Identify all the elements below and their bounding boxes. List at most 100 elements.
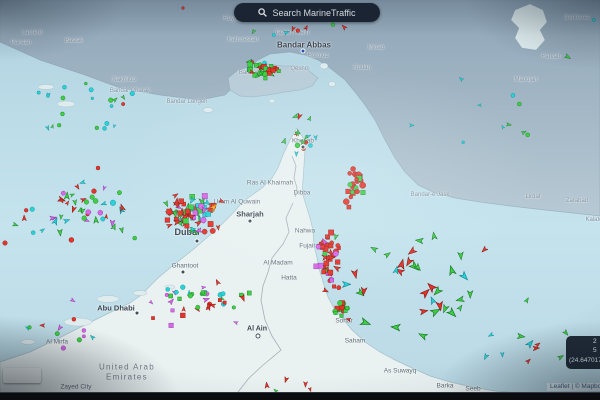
vessel-marker[interactable] — [112, 96, 118, 102]
vessel-marker[interactable] — [82, 216, 87, 221]
vessel-marker[interactable] — [526, 133, 530, 137]
vessel-marker[interactable] — [63, 218, 70, 224]
vessel-marker[interactable] — [355, 189, 360, 194]
vessel-marker[interactable] — [355, 177, 359, 181]
vessel-marker[interactable] — [163, 200, 169, 207]
vessel-marker[interactable] — [330, 278, 334, 282]
vessel-marker[interactable] — [564, 54, 571, 61]
vessel-marker[interactable] — [295, 143, 300, 148]
vessel-marker[interactable] — [335, 260, 340, 265]
vessel-marker[interactable] — [336, 243, 340, 247]
vessel-marker[interactable] — [341, 24, 348, 31]
vessel-marker[interactable] — [304, 25, 309, 31]
vessel-marker[interactable] — [108, 98, 113, 103]
vessel-marker[interactable] — [169, 294, 173, 298]
map-attribution[interactable]: Leaflet | © Mapbox — [547, 383, 600, 391]
vessel-marker[interactable] — [166, 222, 173, 228]
vessel-marker[interactable] — [98, 210, 103, 215]
vessel-marker[interactable] — [267, 72, 271, 76]
vessel-marker[interactable] — [169, 323, 174, 328]
vessel-marker[interactable] — [70, 206, 76, 213]
vessel-marker[interactable] — [506, 123, 511, 127]
vessel-marker[interactable] — [292, 113, 299, 119]
vessel-marker[interactable] — [214, 278, 220, 285]
vessel-marker[interactable] — [290, 26, 295, 32]
vessel-marker[interactable] — [233, 320, 239, 325]
vessel-marker[interactable] — [328, 230, 333, 235]
vessel-marker[interactable] — [165, 293, 169, 297]
vessel-marker[interactable] — [46, 94, 49, 97]
vessel-marker[interactable] — [447, 265, 456, 275]
vessel-marker[interactable] — [31, 231, 35, 235]
vessel-marker[interactable] — [86, 210, 91, 215]
vessel-marker[interactable] — [348, 171, 352, 175]
vessel-marker[interactable] — [69, 237, 74, 242]
vessel-marker[interactable] — [281, 137, 287, 144]
vessel-marker[interactable] — [121, 95, 126, 101]
vessel-marker[interactable] — [57, 229, 63, 236]
search-bar[interactable]: Search MarineTraffic — [234, 3, 380, 22]
vessel-marker[interactable] — [79, 180, 85, 185]
city-marker[interactable] — [301, 49, 305, 53]
vessel-marker[interactable] — [323, 252, 328, 257]
vessel-marker[interactable] — [477, 104, 481, 107]
vessel-marker[interactable] — [447, 308, 458, 319]
vessel-marker[interactable] — [28, 326, 32, 330]
vessel-marker[interactable] — [179, 199, 184, 204]
vessel-marker[interactable] — [316, 244, 321, 249]
vessel-marker[interactable] — [30, 207, 35, 212]
vessel-marker[interactable] — [168, 297, 175, 304]
vessel-marker[interactable] — [458, 252, 464, 260]
vessel-marker[interactable] — [264, 76, 268, 80]
vessel-marker[interactable] — [384, 251, 392, 258]
vessel-marker[interactable] — [121, 102, 124, 105]
vessel-marker[interactable] — [119, 227, 124, 234]
vessel-marker[interactable] — [331, 23, 335, 27]
vessel-marker[interactable] — [415, 238, 423, 244]
vessel-marker[interactable] — [351, 166, 356, 171]
vessel-marker[interactable] — [535, 341, 542, 347]
vessel-marker[interactable] — [84, 200, 89, 205]
vessel-marker[interactable] — [345, 306, 349, 310]
vessel-marker[interactable] — [347, 205, 351, 209]
vessel-marker[interactable] — [62, 85, 66, 89]
vessel-marker[interactable] — [101, 217, 105, 221]
vessel-marker[interactable] — [308, 143, 312, 147]
vessel-marker[interactable] — [93, 199, 98, 204]
vessel-marker[interactable] — [72, 317, 76, 321]
vessel-marker[interactable] — [397, 259, 406, 270]
vessel-marker[interactable] — [92, 189, 97, 194]
map-control[interactable] — [3, 368, 41, 383]
vessel-marker[interactable] — [322, 288, 329, 294]
vessel-marker[interactable] — [24, 208, 28, 212]
vessel-marker[interactable] — [149, 300, 154, 305]
vessel-marker[interactable] — [73, 199, 78, 205]
vessel-marker[interactable] — [264, 382, 269, 389]
city-marker[interactable] — [301, 145, 305, 149]
vessel-marker[interactable] — [332, 285, 336, 289]
vessel-marker[interactable] — [303, 382, 307, 388]
vessel-marker[interactable] — [166, 287, 170, 291]
vessel-marker[interactable] — [360, 182, 366, 188]
vessel-marker[interactable] — [462, 141, 465, 144]
vessel-marker[interactable] — [457, 304, 464, 311]
vessel-marker[interactable] — [524, 297, 530, 304]
vessel-marker[interactable] — [133, 236, 137, 240]
vessel-marker[interactable] — [89, 88, 93, 92]
vessel-marker[interactable] — [500, 352, 504, 357]
vessel-marker[interactable] — [340, 305, 345, 310]
city-marker[interactable] — [248, 219, 252, 223]
vessel-marker[interactable] — [349, 195, 353, 199]
vessel-marker[interactable] — [337, 285, 341, 289]
vessel-marker[interactable] — [208, 221, 213, 226]
vessel-marker[interactable] — [350, 190, 354, 194]
vessel-marker[interactable] — [460, 272, 470, 282]
vessel-marker[interactable] — [22, 215, 26, 221]
vessel-marker[interactable] — [248, 62, 253, 67]
vessel-marker[interactable] — [12, 222, 19, 228]
vessel-marker[interactable] — [65, 200, 70, 206]
vessel-marker[interactable] — [57, 123, 61, 127]
vessel-marker[interactable] — [340, 314, 344, 318]
vessel-marker[interactable] — [82, 328, 86, 332]
vessel-marker[interactable] — [391, 324, 400, 331]
